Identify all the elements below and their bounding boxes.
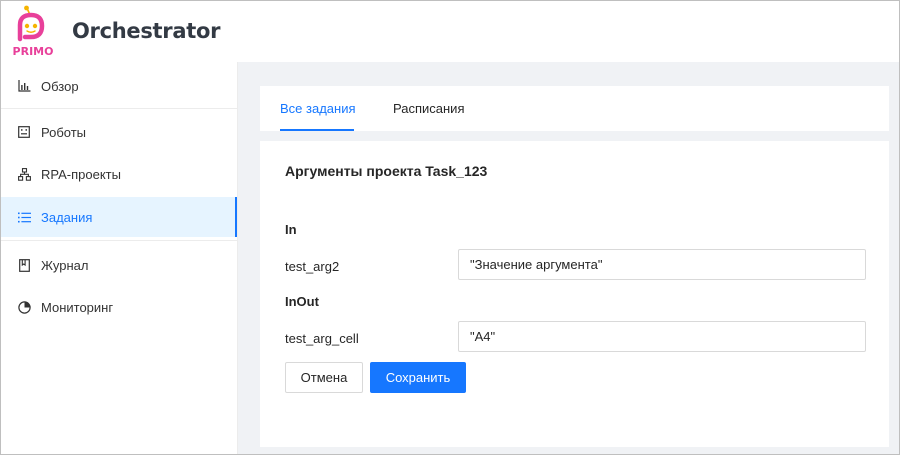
arg-value-input[interactable]	[458, 321, 866, 352]
tab-all-tasks[interactable]: Все задания	[280, 86, 356, 131]
app-title: Orchestrator	[72, 19, 221, 43]
sidebar-divider	[1, 240, 237, 241]
primo-logo[interactable]: PRIMO	[11, 5, 61, 59]
main-content: Все задания Расписания Аргументы проекта…	[238, 62, 899, 454]
sidebar-item-robots[interactable]: Роботы	[1, 112, 237, 152]
sidebar-divider	[1, 108, 237, 109]
logo-text: PRIMO	[13, 45, 54, 58]
sidebar-item-label: Роботы	[41, 124, 87, 140]
cancel-button[interactable]: Отмена	[285, 362, 363, 393]
bar-chart-icon	[17, 79, 31, 93]
tabs-bar: Все задания Расписания	[260, 86, 889, 131]
sidebar-item-overview[interactable]: Обзор	[1, 66, 237, 106]
sidebar-item-label: Мониторинг	[41, 299, 114, 315]
card-title: Аргументы проекта Task_123	[285, 163, 488, 179]
sidebar-item-label: Журнал	[41, 257, 89, 273]
section-label-inout: InOut	[285, 294, 319, 309]
sidebar-item-journal[interactable]: Журнал	[1, 245, 237, 285]
arg-name-label: test_arg2	[285, 259, 340, 274]
sidebar-item-rpa-projects[interactable]: RPA-проекты	[1, 154, 237, 194]
section-label-in: In	[285, 222, 297, 237]
save-button[interactable]: Сохранить	[370, 362, 466, 393]
sidebar-item-label: Задания	[41, 209, 93, 225]
arg-name-label: test_arg_cell	[285, 331, 359, 346]
sidebar-item-tasks[interactable]: Задания	[1, 197, 237, 237]
sidebar: Обзор Роботы RPA-проекты Задания Журнал …	[1, 62, 238, 454]
tab-schedules[interactable]: Расписания	[393, 86, 464, 131]
book-icon	[17, 258, 31, 272]
pie-chart-icon	[17, 300, 31, 314]
tab-active-indicator	[280, 129, 354, 131]
cluster-icon	[17, 167, 31, 181]
arguments-card: Аргументы проекта Task_123 In test_arg2 …	[260, 141, 889, 447]
sidebar-item-label: RPA-проекты	[41, 166, 121, 182]
list-icon	[17, 210, 31, 224]
robot-icon	[17, 125, 31, 139]
top-header: PRIMO Orchestrator	[1, 1, 899, 62]
sidebar-item-monitoring[interactable]: Мониторинг	[1, 287, 237, 327]
app-window: PRIMO Orchestrator Обзор Роботы RPA-прое…	[0, 0, 900, 455]
arg-value-input[interactable]	[458, 249, 866, 280]
sidebar-item-label: Обзор	[41, 78, 79, 94]
